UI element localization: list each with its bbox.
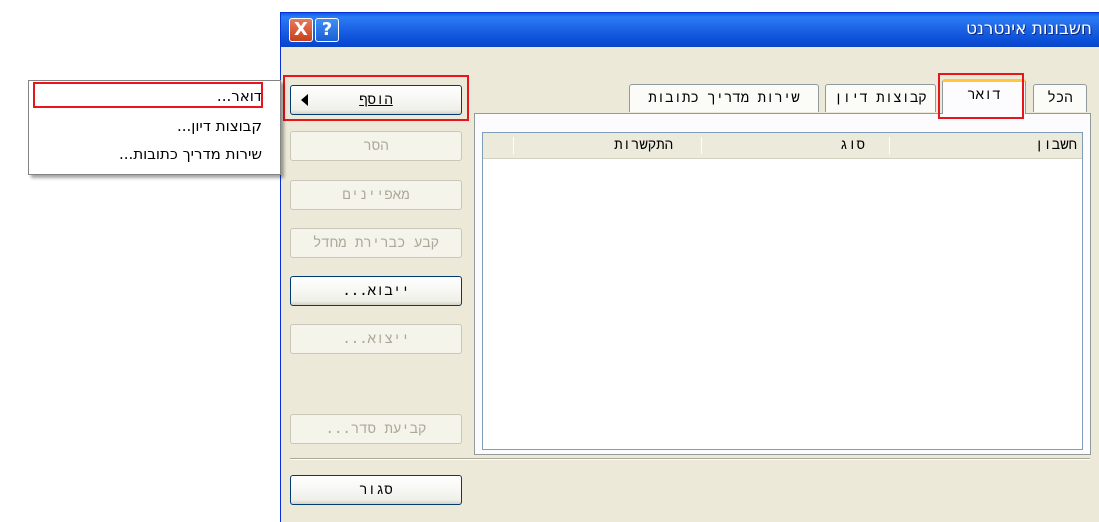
close-button[interactable]: סגור: [290, 475, 462, 505]
remove-button[interactable]: הסר: [290, 131, 462, 161]
menu-item-directory-service[interactable]: שירות מדריך כתובות...: [119, 145, 262, 163]
divider: [290, 458, 1090, 460]
accounts-list[interactable]: חשבון סוג התקשרות: [482, 132, 1083, 450]
window-title: חשבונות אינטרנט: [965, 19, 1092, 39]
add-button-highlight: [283, 75, 469, 121]
tab-all[interactable]: הכל: [1033, 84, 1087, 112]
import-button[interactable]: ייבוא...: [290, 276, 462, 306]
tab-directory-service[interactable]: שירות מדריך כתובות: [629, 84, 819, 112]
column-separator[interactable]: [513, 137, 514, 154]
menu-item-newsgroups[interactable]: קבוצות דיון...: [177, 117, 262, 135]
column-separator[interactable]: [701, 137, 702, 154]
list-header: חשבון סוג התקשרות: [483, 133, 1082, 159]
set-order-button[interactable]: קביעת סדר...: [290, 414, 462, 444]
help-icon[interactable]: ?: [315, 18, 339, 42]
tab-newsgroups[interactable]: קבוצות דיון: [825, 84, 936, 112]
export-button[interactable]: ייצוא...: [290, 324, 462, 354]
mail-tab-highlight: [938, 73, 1024, 119]
column-separator[interactable]: [889, 137, 890, 154]
set-default-button[interactable]: קבע כברירת מחדל: [290, 228, 462, 258]
close-icon[interactable]: X: [289, 18, 313, 42]
title-bar[interactable]: X ? חשבונות אינטרנט: [281, 13, 1099, 47]
mail-menu-highlight: [33, 82, 263, 108]
column-type[interactable]: סוג: [707, 133, 865, 158]
column-account[interactable]: חשבון: [895, 133, 1077, 158]
internet-accounts-dialog: X ? חשבונות אינטרנט הכל דואר קבוצות דיון…: [280, 12, 1099, 522]
properties-button[interactable]: מאפיינים: [290, 180, 462, 210]
column-connection[interactable]: התקשרות: [513, 133, 673, 158]
